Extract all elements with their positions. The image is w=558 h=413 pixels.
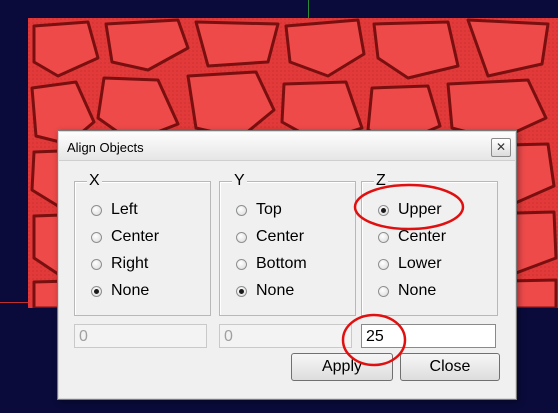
radio-icon[interactable] bbox=[378, 204, 389, 216]
apply-button[interactable]: Apply bbox=[291, 353, 393, 381]
dialog-titlebar[interactable]: Align Objects ✕ bbox=[59, 132, 515, 161]
z-radio-upper[interactable]: Upper bbox=[378, 200, 442, 220]
x-value-field[interactable]: 0 bbox=[74, 324, 207, 348]
radio-icon[interactable] bbox=[91, 231, 102, 243]
radio-icon[interactable] bbox=[236, 285, 247, 297]
y-group-label: Y bbox=[232, 172, 247, 190]
z-radio-lower-label: Lower bbox=[398, 255, 442, 272]
y-radio-center[interactable]: Center bbox=[236, 227, 304, 247]
dialog-title: Align Objects bbox=[67, 140, 144, 155]
x-radio-none[interactable]: None bbox=[91, 281, 149, 301]
y-radio-none[interactable]: None bbox=[236, 281, 294, 301]
x-radio-right[interactable]: Right bbox=[91, 254, 148, 274]
radio-icon[interactable] bbox=[91, 204, 102, 216]
y-radio-bottom-label: Bottom bbox=[256, 255, 307, 272]
close-icon[interactable]: ✕ bbox=[491, 138, 511, 157]
x-radio-right-label: Right bbox=[111, 255, 149, 272]
x-radio-center[interactable]: Center bbox=[91, 227, 159, 247]
y-radio-top-label: Top bbox=[256, 201, 282, 218]
y-group: Y Top Center Bottom None bbox=[219, 172, 356, 316]
radio-icon[interactable] bbox=[378, 231, 389, 243]
y-value-field[interactable]: 0 bbox=[219, 324, 352, 348]
radio-icon[interactable] bbox=[378, 258, 389, 270]
z-radio-lower[interactable]: Lower bbox=[378, 254, 442, 274]
y-axis-line bbox=[308, 0, 309, 20]
z-group: Z Upper Center Lower None bbox=[361, 172, 498, 316]
radio-icon[interactable] bbox=[91, 285, 102, 297]
radio-icon[interactable] bbox=[236, 204, 247, 216]
radio-icon[interactable] bbox=[236, 231, 247, 243]
radio-icon[interactable] bbox=[236, 258, 247, 270]
z-radio-center[interactable]: Center bbox=[378, 227, 446, 247]
x-radio-none-label: None bbox=[111, 282, 150, 299]
x-radio-center-label: Center bbox=[111, 228, 160, 245]
x-group: X Left Center Right None bbox=[74, 172, 211, 316]
z-group-label: Z bbox=[374, 172, 388, 190]
x-radio-left-label: Left bbox=[111, 201, 138, 218]
radio-icon[interactable] bbox=[378, 285, 389, 297]
z-radio-none[interactable]: None bbox=[378, 281, 436, 301]
x-group-label: X bbox=[87, 172, 102, 190]
z-radio-none-label: None bbox=[398, 282, 437, 299]
y-radio-center-label: Center bbox=[256, 228, 305, 245]
x-radio-left[interactable]: Left bbox=[91, 200, 138, 220]
close-button[interactable]: Close bbox=[400, 353, 500, 381]
y-radio-bottom[interactable]: Bottom bbox=[236, 254, 307, 274]
y-radio-none-label: None bbox=[256, 282, 295, 299]
z-radio-upper-label: Upper bbox=[398, 201, 442, 218]
align-objects-dialog: Align Objects ✕ X Left Center Right None… bbox=[57, 130, 517, 400]
radio-icon[interactable] bbox=[91, 258, 102, 270]
z-radio-center-label: Center bbox=[398, 228, 447, 245]
z-value-field[interactable]: 25 bbox=[361, 324, 496, 348]
y-radio-top[interactable]: Top bbox=[236, 200, 282, 220]
